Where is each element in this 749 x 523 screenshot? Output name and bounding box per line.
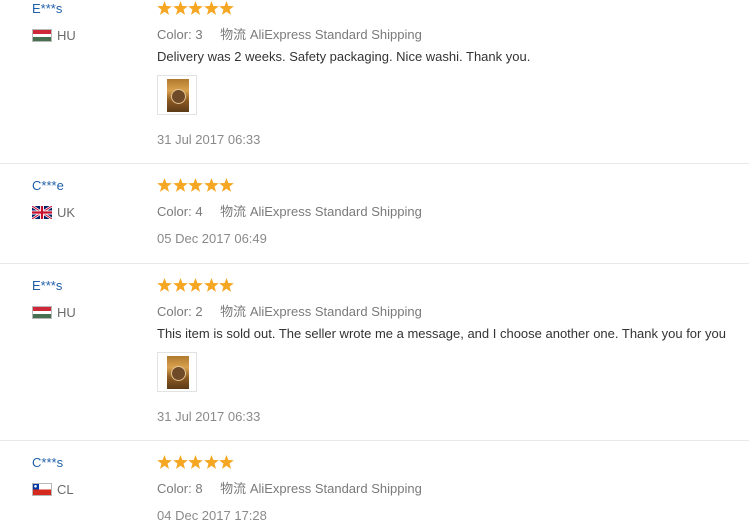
color-label: Color: xyxy=(157,304,192,319)
reviewer-country: UK xyxy=(32,205,75,220)
shipping-prefix: 物流 xyxy=(220,27,247,42)
star-icon xyxy=(172,278,188,292)
color-value: 4 xyxy=(195,204,203,219)
star-rating xyxy=(157,278,235,292)
review-item: C***s CL Color: 8 物流 AliExpress Standard… xyxy=(0,440,749,523)
united-kingdom-flag-icon xyxy=(32,206,52,219)
star-icon xyxy=(203,178,219,192)
review-photo-thumbnail[interactable] xyxy=(157,352,197,392)
star-icon xyxy=(188,1,203,15)
review-item: E***s HU Color: 2 物流 AliExpress Standard… xyxy=(0,263,749,441)
reviewer-name-link[interactable]: C***s xyxy=(32,455,63,470)
star-icon xyxy=(172,1,188,15)
chile-flag-icon xyxy=(32,483,52,496)
shipping-prefix: 物流 xyxy=(220,204,247,219)
feedback-text: Delivery was 2 weeks. Safety packaging. … xyxy=(157,49,531,64)
country-code: UK xyxy=(57,205,76,220)
star-icon xyxy=(219,278,234,292)
star-icon xyxy=(219,455,234,469)
color-label: Color: xyxy=(157,204,192,219)
star-icon xyxy=(203,1,219,15)
order-info: Color: 3 物流 AliExpress Standard Shipping xyxy=(157,24,422,43)
color-value: 2 xyxy=(195,304,203,319)
color-value: 3 xyxy=(195,27,203,42)
country-code: HU xyxy=(57,305,76,320)
reviewer-country: HU xyxy=(32,305,76,320)
reviewer-name-link[interactable]: E***s xyxy=(32,1,62,16)
star-icon xyxy=(203,278,219,292)
reviewer-name-link[interactable]: C***e xyxy=(32,178,64,193)
review-photo xyxy=(167,356,189,389)
star-rating xyxy=(157,178,235,192)
reviewer-country: HU xyxy=(32,28,76,43)
star-icon xyxy=(188,455,203,469)
country-code: CL xyxy=(57,482,74,497)
star-icon xyxy=(172,178,188,192)
country-code: HU xyxy=(57,28,76,43)
order-info: Color: 4 物流 AliExpress Standard Shipping xyxy=(157,201,422,220)
feedback-text: This item is sold out. The seller wrote … xyxy=(157,326,726,341)
review-photo xyxy=(167,79,189,112)
star-icon xyxy=(188,278,203,292)
star-icon xyxy=(172,455,188,469)
reviewer-country: CL xyxy=(32,482,74,497)
reviewer-name-link[interactable]: E***s xyxy=(32,278,62,293)
star-icon xyxy=(157,455,172,469)
order-info: Color: 2 物流 AliExpress Standard Shipping xyxy=(157,301,422,320)
order-info: Color: 8 物流 AliExpress Standard Shipping xyxy=(157,478,422,497)
shipping-method: AliExpress Standard Shipping xyxy=(249,304,422,319)
color-value: 8 xyxy=(195,481,203,496)
review-date: 31 Jul 2017 06:33 xyxy=(157,409,261,424)
star-icon xyxy=(188,178,203,192)
shipping-method: AliExpress Standard Shipping xyxy=(249,27,422,42)
star-icon xyxy=(157,278,172,292)
star-icon xyxy=(219,178,234,192)
star-icon xyxy=(157,1,172,15)
hungary-flag-icon xyxy=(32,29,52,42)
review-photo-thumbnail[interactable] xyxy=(157,75,197,115)
hungary-flag-icon xyxy=(32,306,52,319)
review-item: C***e UK Color: 4 物流 AliExpress Standard… xyxy=(0,163,749,264)
shipping-prefix: 物流 xyxy=(220,304,247,319)
star-icon xyxy=(219,1,234,15)
shipping-method: AliExpress Standard Shipping xyxy=(249,204,422,219)
review-date: 31 Jul 2017 06:33 xyxy=(157,132,261,147)
star-rating xyxy=(157,1,235,15)
review-date: 04 Dec 2017 17:28 xyxy=(157,508,267,523)
star-icon xyxy=(203,455,219,469)
shipping-method: AliExpress Standard Shipping xyxy=(249,481,422,496)
shipping-prefix: 物流 xyxy=(220,481,247,496)
review-date: 05 Dec 2017 06:49 xyxy=(157,231,267,246)
star-icon xyxy=(157,178,172,192)
color-label: Color: xyxy=(157,481,192,496)
star-rating xyxy=(157,455,235,469)
review-item: E***s HU Color: 3 物流 AliExpress Standard… xyxy=(0,0,749,164)
color-label: Color: xyxy=(157,27,192,42)
